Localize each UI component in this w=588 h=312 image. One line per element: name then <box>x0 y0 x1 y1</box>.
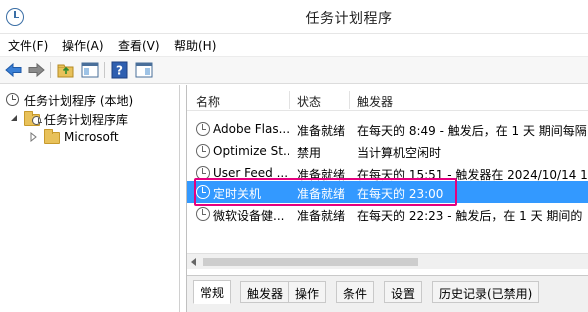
task-trigger: 在每天的 23:00 <box>357 187 444 201</box>
window-title: 任务计划程序 <box>305 11 393 27</box>
task-name: User Feed ... <box>213 166 289 180</box>
table-row[interactable]: Optimize St... 禁用 当计算机空闲时 <box>187 140 588 162</box>
collapsed-arrow-icon[interactable] <box>30 132 38 142</box>
tab-history[interactable]: 历史记录(已禁用) <box>432 281 540 303</box>
scroll-left-arrow-icon[interactable] <box>191 258 196 266</box>
column-header-status[interactable]: 状态 <box>297 93 321 110</box>
back-arrow-icon[interactable] <box>4 61 24 79</box>
show-hide-action-pane-icon[interactable] <box>134 61 154 79</box>
tree-item-library[interactable]: 任务计划程序库 <box>4 110 180 128</box>
expanded-arrow-icon[interactable] <box>10 114 18 122</box>
clock-icon <box>196 166 210 180</box>
task-trigger: 在每天的 22:23 - 触发后，在 1 天 期间的 <box>357 209 583 223</box>
tab-conditions[interactable]: 条件 <box>336 281 375 303</box>
clock-icon <box>196 122 210 136</box>
table-row-selected[interactable]: 定时关机 准备就绪 在每天的 23:00 <box>187 181 588 203</box>
task-name: 微软设备健... <box>213 209 285 223</box>
task-name: Adobe Flas... <box>213 122 289 136</box>
help-icon[interactable]: ? <box>110 61 130 79</box>
show-hide-console-tree-icon[interactable] <box>80 61 100 79</box>
menu-file[interactable]: 文件(F) <box>8 37 48 54</box>
tree-item-label: 任务计划程序库 <box>44 113 129 127</box>
menu-view[interactable]: 查看(V) <box>118 37 160 54</box>
column-header-row: 名称 状态 触发器 <box>187 89 588 111</box>
task-status: 准备就绪 <box>297 209 346 223</box>
tree-item-label: 任务计划程序 (本地) <box>24 94 134 108</box>
toolbar-separator <box>50 62 51 78</box>
tab-triggers[interactable]: 触发器 <box>240 281 291 303</box>
svg-text:?: ? <box>116 64 123 78</box>
tab-general[interactable]: 常规 <box>193 280 232 304</box>
clock-icon <box>196 185 210 199</box>
up-folder-icon[interactable] <box>56 61 76 79</box>
folder-icon <box>44 129 60 144</box>
toolbar: ? <box>0 56 588 84</box>
tab-settings[interactable]: 设置 <box>384 281 423 303</box>
clock-icon <box>6 93 19 106</box>
menu-bar: 文件(F) 操作(A) 查看(V) 帮助(H) <box>0 34 588 56</box>
clock-icon <box>196 144 210 158</box>
title-bar: 任务计划程序 <box>0 0 588 34</box>
task-status: 禁用 <box>297 146 322 160</box>
clock-icon <box>32 116 42 125</box>
tree-item-microsoft[interactable]: Microsoft <box>4 129 180 147</box>
menu-action[interactable]: 操作(A) <box>62 37 104 54</box>
table-row[interactable]: Adobe Flas... 准备就绪 在每天的 8:49 - 触发后，在 1 天… <box>187 118 588 140</box>
task-detail-pane: 常规 触发器 操作 条件 设置 历史记录(已禁用) <box>187 275 588 312</box>
task-status: 准备就绪 <box>297 124 346 138</box>
tree-item-label: Microsoft <box>64 130 119 144</box>
tab-actions[interactable]: 操作 <box>288 281 327 303</box>
toolbar-separator <box>104 62 105 78</box>
column-divider[interactable] <box>289 91 290 109</box>
task-name: Optimize St... <box>213 144 289 158</box>
menu-help[interactable]: 帮助(H) <box>174 37 216 54</box>
task-name: 定时关机 <box>213 187 262 201</box>
task-trigger: 当计算机空闲时 <box>357 146 442 160</box>
task-trigger: 在每天的 8:49 - 触发后，在 1 天 期间每隔 <box>357 124 587 138</box>
console-tree: 任务计划程序 (本地) 任务计划程序库 Microsoft <box>0 85 180 312</box>
clock-icon <box>196 207 210 221</box>
scrollbar-thumb[interactable] <box>203 258 418 266</box>
column-header-trigger[interactable]: 触发器 <box>357 93 393 110</box>
horizontal-scrollbar[interactable] <box>187 253 588 269</box>
task-list-pane: 名称 状态 触发器 Adobe Flas... 准备就绪 在每天的 8:49 -… <box>186 85 588 312</box>
table-row[interactable]: 微软设备健... 准备就绪 在每天的 22:23 - 触发后，在 1 天 期间的 <box>187 203 588 225</box>
tree-item-root[interactable]: 任务计划程序 (本地) <box>4 91 180 109</box>
column-header-name[interactable]: 名称 <box>196 93 220 110</box>
column-divider[interactable] <box>349 91 350 109</box>
forward-arrow-icon[interactable] <box>26 61 46 79</box>
task-status: 准备就绪 <box>297 187 346 201</box>
